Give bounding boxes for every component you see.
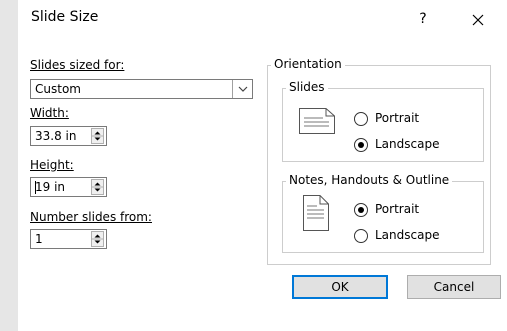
- notes-landscape-label: Landscape: [375, 228, 440, 242]
- notes-portrait-radio[interactable]: [354, 203, 368, 217]
- width-spin-buttons[interactable]: [91, 128, 104, 144]
- ok-button[interactable]: OK: [292, 275, 388, 299]
- spin-arrows-icon: [92, 131, 103, 141]
- close-icon: [472, 14, 484, 25]
- slides-portrait-radio[interactable]: [354, 112, 368, 126]
- slides-sized-for-label: Slides sized for:: [30, 58, 125, 72]
- slides-sized-for-select[interactable]: Custom: [30, 79, 253, 99]
- number-spin-buttons[interactable]: [91, 231, 104, 247]
- slides-orientation-title: Slides: [286, 80, 328, 94]
- notes-landscape-radio[interactable]: [354, 229, 368, 243]
- help-button[interactable]: ?: [413, 8, 433, 30]
- notes-orientation-title: Notes, Handouts & Outline: [286, 173, 453, 187]
- height-stepper[interactable]: 19 in: [30, 177, 107, 197]
- spin-arrows-icon: [92, 234, 103, 244]
- landscape-page-icon: [299, 108, 335, 134]
- height-value: 19 in: [35, 180, 66, 194]
- slide-size-dialog: Slide Size ? Slides sized for: Custom Wi…: [18, 0, 507, 331]
- dialog-title: Slide Size: [31, 9, 99, 25]
- orientation-title: Orientation: [271, 57, 345, 71]
- slides-landscape-radio[interactable]: [354, 138, 368, 152]
- height-label: Height:: [30, 158, 74, 172]
- slides-portrait-label: Portrait: [375, 111, 420, 125]
- notes-portrait-label: Portrait: [375, 202, 420, 216]
- spin-arrows-icon: [92, 182, 103, 192]
- cancel-button[interactable]: Cancel: [407, 275, 501, 299]
- slides-sized-for-value: Custom: [35, 82, 81, 96]
- chevron-down-icon: [238, 86, 248, 92]
- slides-landscape-label: Landscape: [375, 137, 440, 151]
- number-slides-from-value: 1: [35, 232, 43, 246]
- width-value: 33.8 in: [35, 129, 77, 143]
- number-slides-from-stepper[interactable]: 1: [30, 229, 107, 249]
- dropdown-arrow[interactable]: [232, 80, 252, 98]
- width-stepper[interactable]: 33.8 in: [30, 126, 107, 146]
- title-bar: Slide Size ?: [18, 0, 507, 40]
- close-button[interactable]: [466, 8, 490, 30]
- number-slides-from-label: Number slides from:: [30, 210, 152, 224]
- height-spin-buttons[interactable]: [91, 179, 104, 195]
- portrait-page-icon: [303, 195, 329, 231]
- width-label: Width:: [30, 106, 69, 120]
